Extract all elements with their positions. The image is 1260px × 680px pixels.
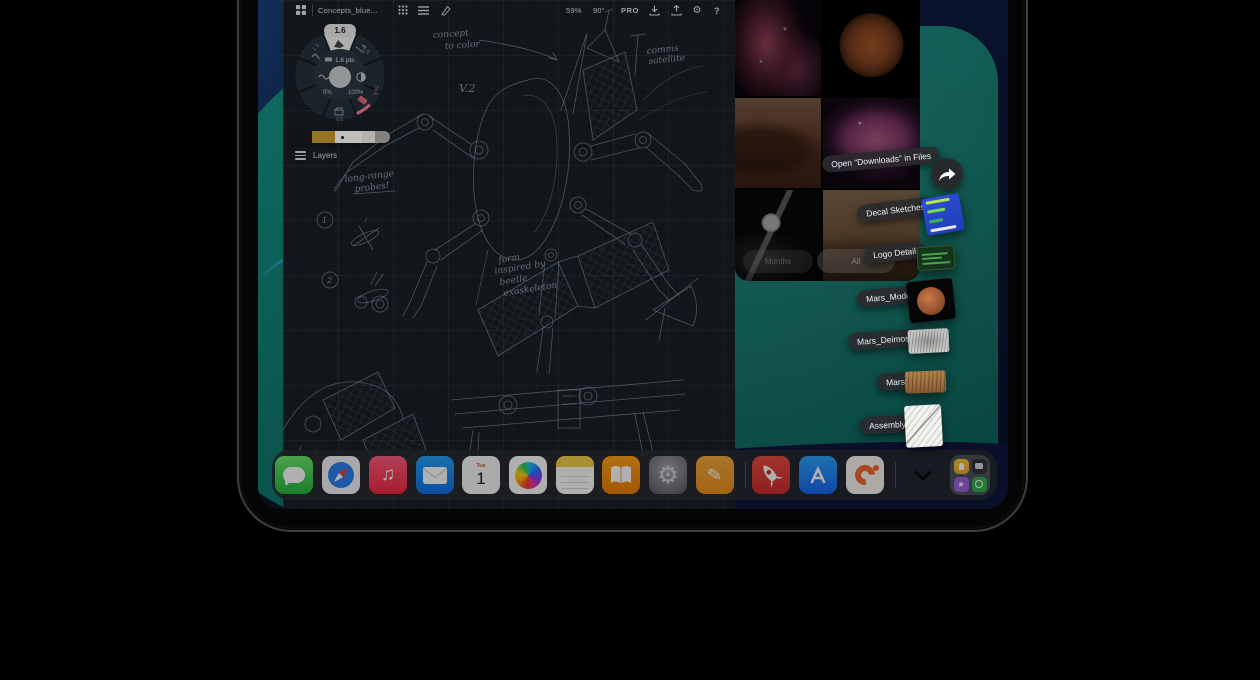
notes-lines-shape [561, 471, 589, 489]
dock-divider-2 [895, 462, 896, 488]
dock-mail-icon[interactable] [416, 456, 454, 494]
pen-glyph: ✎ [706, 464, 724, 487]
mini-star-icon: ★ [954, 477, 969, 492]
mini-camera-icon [972, 459, 987, 474]
concepts-dim-overlay [283, 0, 735, 509]
safari-compass-shape [327, 461, 355, 489]
calendar-day: 1 [476, 470, 485, 487]
dock-chevron-down-icon[interactable] [913, 470, 933, 482]
dock-messages-icon[interactable] [275, 456, 313, 494]
photos-dim-overlay [735, 0, 920, 281]
dock-c-app-icon[interactable] [846, 456, 884, 494]
messages-bubble-shape [283, 467, 305, 483]
mini-tips-icon [954, 459, 969, 474]
photos-flower-shape [515, 462, 542, 489]
dock-settings-icon[interactable]: ⚙ [649, 456, 687, 494]
dock-safari-icon[interactable] [322, 456, 360, 494]
dock-books-icon[interactable] [602, 456, 640, 494]
dock-divider-1 [745, 462, 746, 488]
dock: ♫ Tue 1 ⚙ ✎ [272, 450, 997, 500]
ipad-screen: concept to color V.2 comms satellite lon… [258, 0, 1008, 509]
dock-calendar-icon[interactable]: Tue 1 [462, 456, 500, 494]
appstore-a-shape [805, 462, 831, 488]
dock-sketch-pen-icon[interactable]: ✎ [696, 456, 734, 494]
dock-music-icon[interactable]: ♫ [369, 456, 407, 494]
dock-photos-icon[interactable] [509, 456, 547, 494]
dock-appstore-icon[interactable] [799, 456, 837, 494]
dock-rocket-icon[interactable] [752, 456, 790, 494]
mini-clock-icon [972, 477, 987, 492]
dock-notes-icon[interactable] [556, 456, 594, 494]
c-app-dot-shape [873, 465, 879, 471]
concepts-window[interactable]: concept to color V.2 comms satellite lon… [283, 0, 735, 509]
rocket-shape [756, 460, 786, 490]
screenshot-stage: concept to color V.2 comms satellite lon… [0, 0, 1260, 680]
notes-header-shape [556, 456, 594, 467]
books-book-shape [609, 464, 633, 486]
dock-app-library[interactable]: ★ [950, 455, 990, 495]
mail-envelope-shape [423, 467, 447, 484]
photos-window[interactable]: Months All [735, 0, 920, 281]
